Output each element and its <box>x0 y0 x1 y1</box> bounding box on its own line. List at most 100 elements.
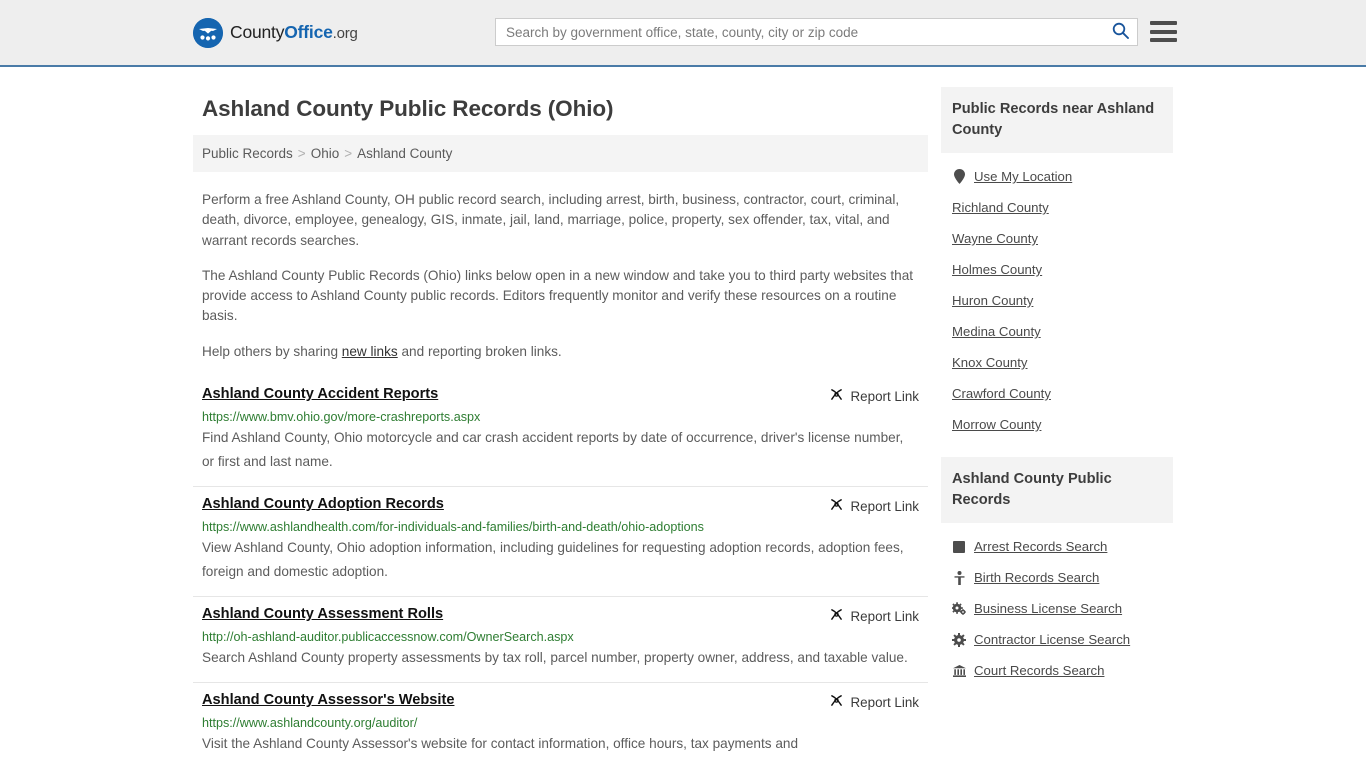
search-button[interactable] <box>1103 19 1137 45</box>
new-links-link[interactable]: new links <box>342 344 398 359</box>
sidebar-item-medina-county[interactable]: Medina County <box>941 316 1173 347</box>
hamburger-bar <box>1150 21 1177 25</box>
breadcrumb-item-public-records[interactable]: Public Records <box>202 146 293 161</box>
sidebar-link-label[interactable]: Richland County <box>952 200 1049 215</box>
report-link-button[interactable]: Report Link <box>829 693 919 711</box>
sidebar-item-arrest-records-search[interactable]: Arrest Records Search <box>941 531 1173 562</box>
page-body: Ashland County Public Records (Ohio) Pub… <box>0 67 1366 768</box>
sidebar-item-crawford-county[interactable]: Crawford County <box>941 378 1173 409</box>
sidebar: Public Records near Ashland County Use M… <box>941 87 1173 703</box>
logo-text-office: Office <box>284 22 333 42</box>
cogs-icon <box>952 602 966 615</box>
report-link-label: Report Link <box>850 608 919 624</box>
breadcrumb: Public Records > Ohio > Ashland County <box>193 135 928 172</box>
sidebar-link-label[interactable]: Holmes County <box>952 262 1042 277</box>
page-title: Ashland County Public Records (Ohio) <box>202 96 614 121</box>
nearby-records-list: Use My Location Richland County Wayne Co… <box>941 153 1173 440</box>
site-logo-text: CountyOffice.org <box>230 22 358 43</box>
hamburger-menu-icon[interactable] <box>1150 19 1177 44</box>
broken-link-icon <box>829 497 844 515</box>
share-text-after: and reporting broken links. <box>397 343 562 359</box>
record-url[interactable]: https://www.ashlandcounty.org/auditor/ <box>202 716 919 730</box>
logo-text-org: .org <box>332 25 358 42</box>
sidebar-link-label[interactable]: Knox County <box>952 355 1028 370</box>
main-content: Ashland County Public Records (Ohio) Pub… <box>193 87 928 768</box>
courthouse-icon <box>952 664 966 677</box>
sidebar-item-richland-county[interactable]: Richland County <box>941 192 1173 223</box>
sidebar-item-wayne-county[interactable]: Wayne County <box>941 223 1173 254</box>
record-header: Ashland County Adoption Records Report L… <box>202 496 919 515</box>
sidebar-item-contractor-license-search[interactable]: Contractor License Search <box>941 624 1173 655</box>
record-item: Ashland County Adoption Records Report L… <box>193 487 928 598</box>
sidebar-link-label[interactable]: Medina County <box>952 324 1041 339</box>
site-header: CountyOffice.org <box>0 0 1366 67</box>
record-description: Search Ashland County property assessmen… <box>202 650 908 666</box>
sidebar-item-huron-county[interactable]: Huron County <box>941 285 1173 316</box>
nearby-records-panel-title: Public Records near Ashland County <box>941 87 1173 153</box>
report-link-label: Report Link <box>850 694 919 710</box>
child-icon <box>952 570 966 585</box>
sidebar-link-label[interactable]: Huron County <box>952 293 1033 308</box>
nearby-records-panel: Public Records near Ashland County Use M… <box>941 87 1173 440</box>
record-url[interactable]: http://oh-ashland-auditor.publicaccessno… <box>202 630 919 644</box>
record-title-link[interactable]: Ashland County Accident Reports <box>202 386 438 402</box>
county-records-list: Arrest Records Search Birth Records Sear… <box>941 523 1173 686</box>
intro-text: Perform a free Ashland County, OH public… <box>193 190 928 362</box>
eagle-shield-logo-icon <box>193 17 223 48</box>
broken-link-icon <box>829 387 844 405</box>
broken-link-icon <box>829 607 844 625</box>
hamburger-bar <box>1150 38 1177 42</box>
report-link-button[interactable]: Report Link <box>829 497 919 515</box>
share-text-before: Help others by sharing <box>202 343 342 359</box>
fingerprint-square-icon <box>952 540 966 553</box>
sidebar-link-label[interactable]: Morrow County <box>952 417 1041 432</box>
sidebar-link-label[interactable]: Court Records Search <box>974 663 1104 678</box>
record-title-link[interactable]: Ashland County Assessor's Website <box>202 692 454 708</box>
record-header: Ashland County Accident Reports Report L… <box>202 386 919 405</box>
breadcrumb-item-ohio[interactable]: Ohio <box>311 146 340 161</box>
intro-paragraph-2: The Ashland County Public Records (Ohio)… <box>202 267 914 324</box>
sidebar-item-knox-county[interactable]: Knox County <box>941 347 1173 378</box>
sidebar-item-birth-records-search[interactable]: Birth Records Search <box>941 562 1173 593</box>
record-description: Find Ashland County, Ohio motorcycle and… <box>202 430 904 470</box>
sidebar-link-label[interactable]: Use My Location <box>974 169 1072 184</box>
record-description: View Ashland County, Ohio adoption infor… <box>202 540 904 580</box>
sidebar-link-label[interactable]: Contractor License Search <box>974 632 1130 647</box>
breadcrumb-separator: > <box>344 146 353 161</box>
hamburger-bar <box>1150 29 1177 34</box>
record-header: Ashland County Assessor's Website Report… <box>202 692 919 711</box>
sidebar-item-morrow-county[interactable]: Morrow County <box>941 409 1173 440</box>
county-records-panel: Ashland County Public Records Arrest Rec… <box>941 457 1173 686</box>
breadcrumb-separator: > <box>297 146 306 161</box>
breadcrumb-item-ashland-county[interactable]: Ashland County <box>357 146 452 161</box>
sidebar-item-business-license-search[interactable]: Business License Search <box>941 593 1173 624</box>
map-pin-icon <box>952 169 966 184</box>
record-item: Ashland County Assessment Rolls Report L… <box>193 597 928 684</box>
record-title-link[interactable]: Ashland County Assessment Rolls <box>202 606 443 622</box>
record-url[interactable]: https://www.bmv.ohio.gov/more-crashrepor… <box>202 410 919 424</box>
broken-link-icon <box>829 693 844 711</box>
sidebar-link-label[interactable]: Wayne County <box>952 231 1038 246</box>
intro-paragraph-1: Perform a free Ashland County, OH public… <box>202 192 900 248</box>
sidebar-item-court-records-search[interactable]: Court Records Search <box>941 655 1173 686</box>
report-link-button[interactable]: Report Link <box>829 607 919 625</box>
sidebar-item-holmes-county[interactable]: Holmes County <box>941 254 1173 285</box>
record-title-link[interactable]: Ashland County Adoption Records <box>202 496 444 512</box>
record-url[interactable]: https://www.ashlandhealth.com/for-indivi… <box>202 520 919 534</box>
sidebar-link-label[interactable]: Arrest Records Search <box>974 539 1107 554</box>
report-link-label: Report Link <box>850 388 919 404</box>
record-description: Visit the Ashland County Assessor's webs… <box>202 736 799 752</box>
search-input[interactable] <box>496 19 1103 45</box>
intro-paragraph-3: Help others by sharing new links and rep… <box>202 342 919 362</box>
sidebar-link-label[interactable]: Business License Search <box>974 601 1122 616</box>
search-bar[interactable] <box>495 18 1138 46</box>
site-logo[interactable]: CountyOffice.org <box>193 17 358 48</box>
sidebar-link-label[interactable]: Crawford County <box>952 386 1051 401</box>
sidebar-item-use-my-location[interactable]: Use My Location <box>941 161 1173 192</box>
record-item: Ashland County Accident Reports Report L… <box>193 377 928 488</box>
report-link-button[interactable]: Report Link <box>829 387 919 405</box>
sidebar-link-label[interactable]: Birth Records Search <box>974 570 1099 585</box>
logo-text-county: County <box>230 22 285 42</box>
gear-icon <box>952 632 966 647</box>
record-header: Ashland County Assessment Rolls Report L… <box>202 606 919 625</box>
